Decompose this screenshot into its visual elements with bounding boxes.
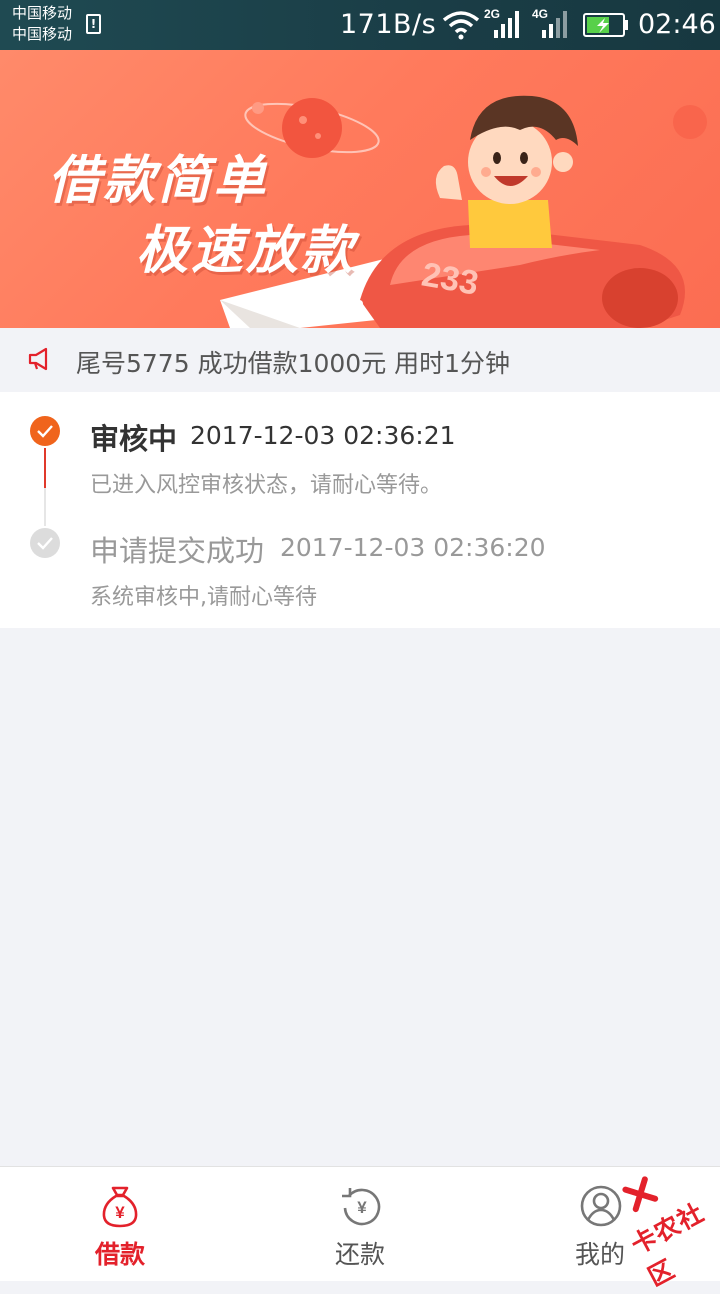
- tab-label: 借款: [94, 1240, 145, 1269]
- repay-refresh-icon: ¥: [342, 1188, 381, 1226]
- status-bar: 中国移动 中国移动 ! 171B/s 2G 4G 02:46: [0, 0, 720, 50]
- bottom-tab-bar: ¥ 借款 ¥ 还款 我的: [0, 1166, 720, 1281]
- signal-4g-icon: 4G: [532, 7, 567, 38]
- step-description: 已进入风控审核状态，请耐心等待。: [90, 473, 443, 498]
- svg-text:¥: ¥: [357, 1198, 367, 1217]
- tab-repay[interactable]: ¥ 还款: [240, 1167, 480, 1281]
- step-time: 2017-12-03 02:36:21: [190, 421, 456, 450]
- timeline-connector: [44, 488, 46, 526]
- loan-status-timeline: 审核中 2017-12-03 02:36:21 已进入风控审核状态，请耐心等待。…: [0, 392, 720, 628]
- carrier-names: 中国移动 中国移动: [12, 3, 72, 45]
- step-active-check-icon: [30, 416, 60, 446]
- step-time: 2017-12-03 02:36:20: [280, 533, 546, 562]
- carrier-2: 中国移动: [12, 25, 73, 43]
- timeline-connector-active: [44, 448, 46, 488]
- banner-headline-1: 借款简单: [48, 151, 269, 211]
- step-done-check-icon: [30, 528, 60, 558]
- wifi-icon: [442, 11, 480, 40]
- network-speed: 171B/s: [340, 9, 437, 40]
- sim-icon: !: [86, 14, 101, 34]
- tab-label: 还款: [334, 1240, 385, 1269]
- svg-text:¥: ¥: [115, 1203, 125, 1222]
- step-title: 审核中: [90, 422, 178, 456]
- banner-headline-2: 极速放款: [136, 221, 357, 281]
- carousel-indicator: [356, 300, 363, 307]
- money-bag-icon: ¥: [102, 1186, 138, 1228]
- user-profile-icon: [580, 1185, 622, 1227]
- step-title: 申请提交成功: [90, 534, 265, 568]
- battery-charging-icon: [583, 13, 628, 37]
- promo-banner[interactable]: 233 借款简单 极速放款: [0, 50, 720, 328]
- notice-text: 尾号5775 成功借款1000元 用时1分钟: [76, 349, 511, 378]
- tab-loan[interactable]: ¥ 借款: [0, 1167, 240, 1281]
- notice-bar: 尾号5775 成功借款1000元 用时1分钟: [0, 328, 720, 391]
- clock: 02:46: [638, 9, 716, 40]
- step-description: 系统审核中,请耐心等待: [90, 585, 317, 610]
- carrier-1: 中国移动: [12, 4, 73, 22]
- signal-2g-label: 2G: [484, 7, 500, 21]
- signal-4g-label: 4G: [532, 7, 548, 21]
- megaphone-icon: [28, 347, 48, 371]
- signal-2g-icon: 2G: [484, 7, 519, 38]
